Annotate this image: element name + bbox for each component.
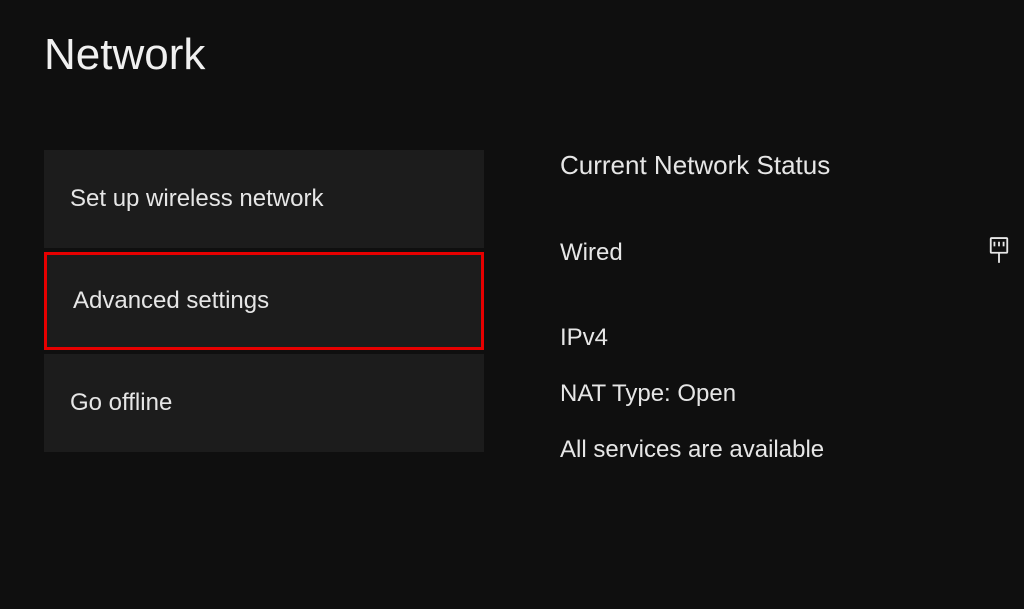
menu-item-setup-wireless[interactable]: Set up wireless network xyxy=(44,150,484,248)
menu-item-label: Set up wireless network xyxy=(70,185,323,213)
nat-type-label: NAT Type: Open xyxy=(560,380,1010,408)
services-status-label: All services are available xyxy=(560,436,1010,464)
menu-item-label: Advanced settings xyxy=(73,287,269,315)
menu-item-advanced-settings[interactable]: Advanced settings xyxy=(44,252,484,350)
menu-list: Set up wireless network Advanced setting… xyxy=(44,150,484,492)
ethernet-icon xyxy=(988,236,1010,269)
connection-type-row: Wired xyxy=(560,236,1010,269)
page-title: Network xyxy=(0,0,1024,80)
ip-version-label: IPv4 xyxy=(560,324,1010,352)
status-heading: Current Network Status xyxy=(560,150,1010,181)
content-area: Set up wireless network Advanced setting… xyxy=(0,150,1024,492)
menu-item-label: Go offline xyxy=(70,389,172,417)
network-status-panel: Current Network Status Wired IPv4 NAT Ty… xyxy=(560,150,1010,492)
menu-item-go-offline[interactable]: Go offline xyxy=(44,354,484,452)
connection-type-label: Wired xyxy=(560,239,623,267)
